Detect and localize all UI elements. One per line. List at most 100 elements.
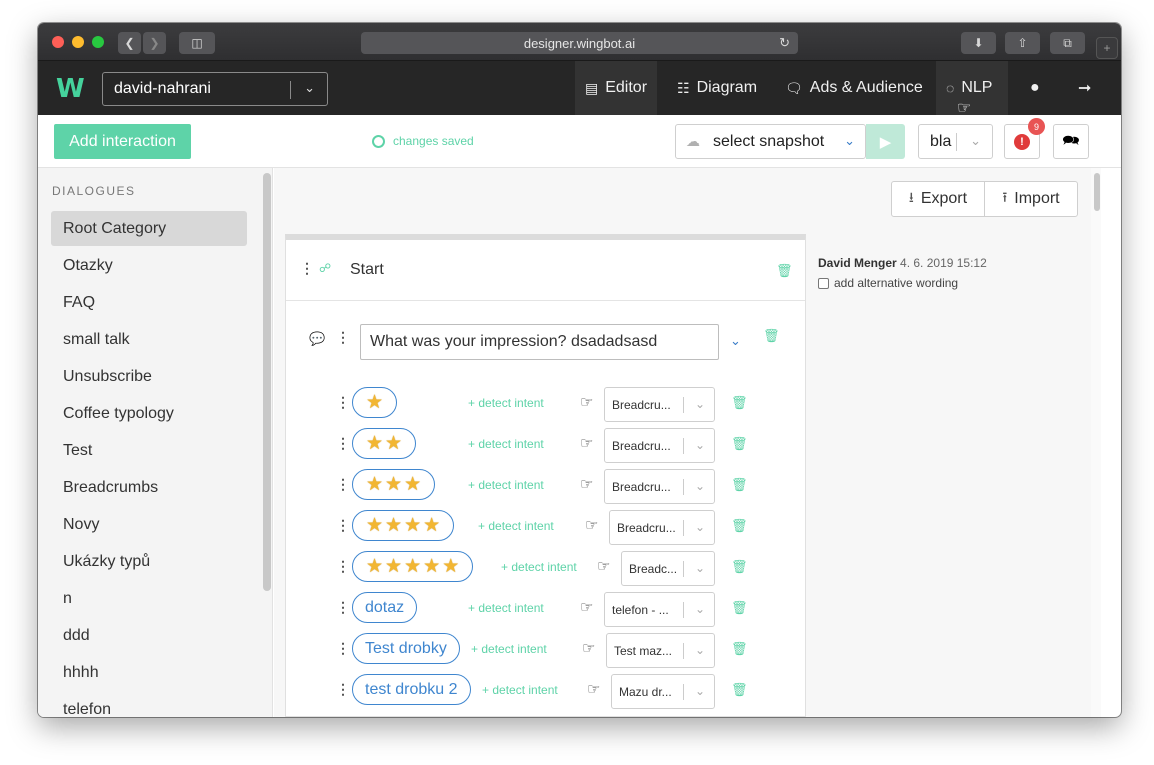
sidebar-item-unsubscribe[interactable]: Unsubscribe — [51, 359, 247, 394]
nav-nlp[interactable]: ◌ NLP — [936, 61, 1008, 115]
forward-button[interactable]: ❯ — [143, 32, 166, 54]
quick-reply-button[interactable]: ★ — [352, 387, 398, 418]
errors-button[interactable]: ! 9 — [1004, 118, 1045, 159]
drag-handle-icon[interactable]: ⋮ — [336, 329, 350, 346]
drag-handle-icon[interactable]: ⋮ — [336, 476, 350, 493]
detect-intent-link[interactable]: + detect intent — [468, 601, 544, 615]
quick-reply-button[interactable]: ★ ★ ★ ★ — [352, 510, 455, 541]
checkbox[interactable] — [818, 277, 829, 289]
sidebar-item-ddd[interactable]: ddd — [51, 618, 247, 653]
drag-handle-icon[interactable]: ⋮ — [336, 681, 350, 698]
import-button[interactable]: ⭱ Import — [985, 182, 1077, 216]
target-select[interactable]: Breadcru... ⌄ — [604, 387, 715, 422]
alt-wording-checkbox[interactable]: add alternative wording — [818, 276, 958, 290]
minimize-window-button[interactable] — [72, 36, 84, 48]
sidebar-item-hhhh[interactable]: hhhh — [51, 655, 247, 690]
target-select[interactable]: Breadcru... ⌄ — [609, 510, 715, 545]
sidebar-item-telefon[interactable]: telefon — [51, 692, 247, 718]
user-button[interactable]: ● — [1020, 61, 1050, 115]
project-select[interactable]: david-nahrani ⌄ — [102, 72, 328, 106]
trash-icon[interactable]: 🗑 — [731, 682, 748, 698]
sidebar-item-test[interactable]: Test — [51, 433, 247, 468]
sidebar-item-ukazky-typu[interactable]: Ukázky typů — [51, 544, 247, 579]
sidebar-item-breadcrumbs[interactable]: Breadcrumbs — [51, 470, 247, 505]
detect-intent-link[interactable]: + detect intent — [468, 396, 544, 410]
message-textarea[interactable]: What was your impression? dsadadsasd — [360, 324, 719, 360]
quick-reply-button[interactable]: ★ ★ ★ ★ ★ — [352, 551, 474, 582]
nav-editor[interactable]: ▤ Editor — [575, 61, 658, 115]
logout-button[interactable]: ➞ — [1068, 61, 1101, 115]
quick-reply-button[interactable]: ★ ★ — [352, 428, 417, 459]
trash-icon[interactable]: 🗑 — [731, 641, 748, 657]
chat-button[interactable]: 🗪 — [1053, 124, 1089, 159]
chevron-down-icon[interactable]: ⌄ — [730, 333, 741, 349]
target-select[interactable]: Mazu dr... ⌄ — [611, 674, 715, 709]
author-date: 4. 6. 2019 15:12 — [900, 256, 987, 270]
nav-diagram[interactable]: ☷ Diagram — [667, 61, 767, 115]
sidebar-scrollbar[interactable] — [263, 173, 271, 591]
new-tab-button[interactable]: + — [1096, 37, 1118, 59]
target-select[interactable]: Breadcru... ⌄ — [604, 469, 715, 504]
target-select[interactable]: telefon - ... ⌄ — [604, 592, 715, 627]
target-select[interactable]: Breadcru... ⌄ — [604, 428, 715, 463]
quick-reply-button[interactable]: test drobku 2 — [352, 674, 471, 705]
star-icon: ★ — [366, 392, 384, 413]
drag-handle-icon[interactable]: ⋮ — [336, 599, 350, 616]
nav-ads-audience[interactable]: 🗨 Ads & Audience — [775, 61, 933, 115]
address-bar[interactable]: designer.wingbot.ai ↻ — [361, 32, 798, 54]
sidebar-item-otazky[interactable]: Otazky — [51, 248, 247, 283]
sidebar-item-coffee-typology[interactable]: Coffee typology — [51, 396, 247, 431]
tabs-button[interactable]: ⧉ — [1050, 32, 1085, 54]
quick-reply-button[interactable]: ★ ★ ★ — [352, 469, 436, 500]
sidebar-toggle-button[interactable]: ◫ — [179, 32, 215, 54]
back-button[interactable]: ❮ — [118, 32, 141, 54]
detect-intent-link[interactable]: + detect intent — [482, 683, 558, 697]
snapshot-select[interactable]: ☁ select snapshot ⌄ — [675, 124, 866, 159]
trash-icon[interactable]: 🗑 — [731, 559, 748, 575]
select-divider — [683, 602, 684, 618]
chevron-down-icon: ⌄ — [694, 438, 705, 452]
detect-intent-link[interactable]: + detect intent — [468, 437, 544, 451]
trash-icon[interactable]: 🗑 — [763, 328, 780, 344]
detect-intent-link[interactable]: + detect intent — [471, 642, 547, 656]
sidebar-item-root-category[interactable]: Root Category — [51, 211, 247, 246]
quick-reply-button[interactable]: Test drobky — [352, 633, 460, 664]
trash-icon[interactable]: 🗑 — [776, 263, 793, 279]
sidebar-item-novy[interactable]: Novy — [51, 507, 247, 542]
sidebar-item-faq[interactable]: FAQ — [51, 285, 247, 320]
target-select[interactable]: Breadc... ⌄ — [621, 551, 715, 586]
trash-icon[interactable]: 🗑 — [731, 436, 748, 452]
drag-handle-icon[interactable]: ⋮ — [336, 517, 350, 534]
drag-handle-icon[interactable]: ⋮ — [336, 394, 350, 411]
zoom-window-button[interactable] — [92, 36, 104, 48]
card-title[interactable]: Start — [350, 261, 384, 279]
quick-reply-button[interactable]: dotaz — [352, 592, 418, 623]
sidebar-item-small-talk[interactable]: small talk — [51, 322, 247, 357]
detect-intent-link[interactable]: + detect intent — [478, 519, 554, 533]
downloads-button[interactable]: ⬇ — [961, 32, 996, 54]
reload-icon[interactable]: ↻ — [779, 35, 790, 51]
drag-handle-icon[interactable]: ⋮ — [300, 260, 314, 277]
hand-pointer-icon: ☞ — [580, 476, 594, 493]
trash-icon[interactable]: 🗑 — [731, 600, 748, 616]
detect-intent-link[interactable]: + detect intent — [468, 478, 544, 492]
close-window-button[interactable] — [52, 36, 64, 48]
nav-ads-label: Ads & Audience — [809, 79, 923, 96]
add-interaction-button[interactable]: Add interaction — [54, 124, 191, 159]
main-scrollbar[interactable] — [1094, 173, 1100, 211]
bla-select[interactable]: bla ⌄ — [918, 124, 993, 159]
drag-handle-icon[interactable]: ⋮ — [336, 435, 350, 452]
drag-handle-icon[interactable]: ⋮ — [336, 640, 350, 657]
target-select[interactable]: Test maz... ⌄ — [606, 633, 715, 668]
export-label: Export — [920, 190, 968, 207]
sidebar-item-n[interactable]: n — [51, 581, 247, 616]
export-button[interactable]: ⭳ Export — [892, 182, 985, 216]
trash-icon[interactable]: 🗑 — [731, 395, 748, 411]
detect-intent-link[interactable]: + detect intent — [501, 560, 577, 574]
drag-handle-icon[interactable]: ⋮ — [336, 558, 350, 575]
share-button[interactable]: ⇧ — [1005, 32, 1040, 54]
trash-icon[interactable]: 🗑 — [731, 518, 748, 534]
play-button[interactable]: ▶ — [866, 124, 905, 159]
wingbot-logo[interactable]: W — [56, 74, 85, 104]
trash-icon[interactable]: 🗑 — [731, 477, 748, 493]
